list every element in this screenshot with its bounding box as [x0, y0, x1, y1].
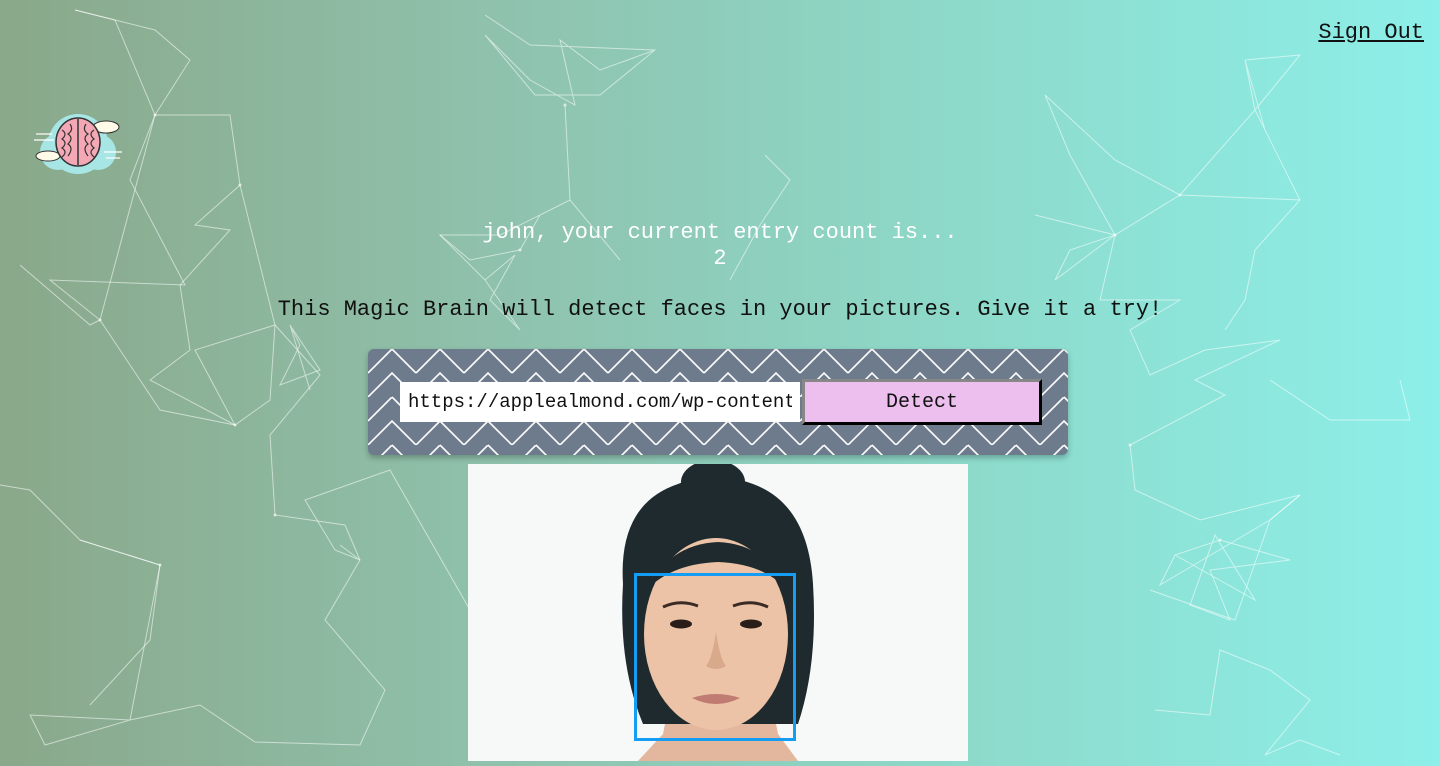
brain-logo[interactable] [32, 100, 124, 180]
entry-count-value: 2 [713, 246, 727, 271]
image-url-input[interactable] [400, 382, 800, 422]
image-link-form: Detect [368, 349, 1068, 455]
intro-text: This Magic Brain will detect faces in yo… [277, 297, 1163, 322]
detect-button[interactable]: Detect [802, 379, 1042, 425]
face-detection-result [468, 464, 968, 761]
top-navigation: Sign Out [1318, 20, 1424, 45]
sign-out-link[interactable]: Sign Out [1318, 20, 1424, 45]
input-photo [468, 464, 968, 761]
entry-count-message: john, your current entry count is... [482, 220, 958, 245]
brain-icon [34, 114, 122, 174]
